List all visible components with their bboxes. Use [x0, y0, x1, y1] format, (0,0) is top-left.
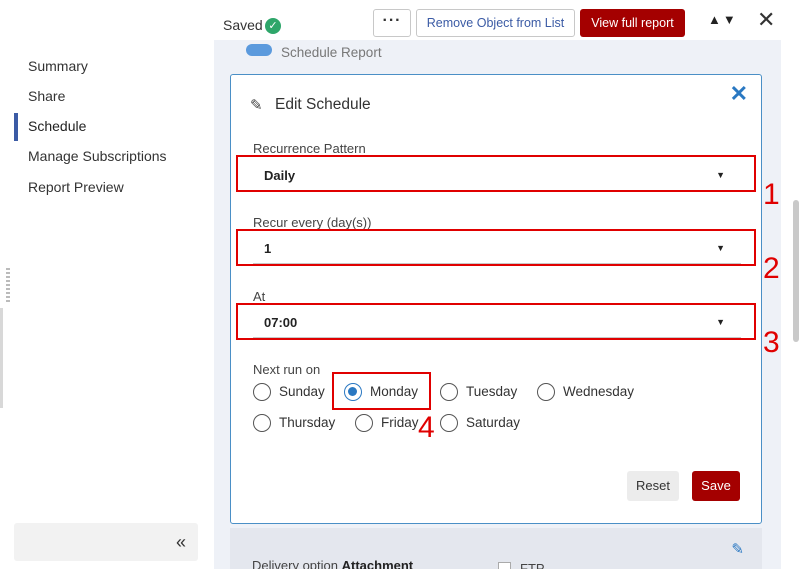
radio-label: Saturday	[466, 415, 521, 430]
double-chevron-left-icon: «	[175, 532, 186, 552]
nav-item-manage-subscriptions[interactable]: Manage Subscriptions	[28, 148, 167, 164]
annotation-box-3	[236, 303, 756, 340]
collapse-nav-button[interactable]: «	[14, 523, 198, 561]
delivery-option-section: ✎ Delivery option Attachment FTP	[230, 528, 762, 569]
radio-circle	[253, 414, 271, 432]
close-edit-icon[interactable]: ✕	[730, 81, 748, 107]
scrollbar-thumb[interactable]	[793, 200, 799, 342]
annotation-number-2: 2	[763, 252, 780, 285]
recur-every-label: Recur every (day(s))	[253, 215, 372, 230]
ftp-label: FTP	[520, 561, 545, 569]
nav-item-schedule[interactable]: Schedule	[28, 118, 86, 134]
schedule-toggle[interactable]	[246, 44, 272, 56]
annotation-number-3: 3	[763, 326, 780, 359]
pencil-icon: ✎	[250, 97, 263, 114]
nav-active-indicator	[14, 113, 18, 141]
delivery-option-text: Delivery option Attachment	[252, 558, 414, 569]
radio-circle	[355, 414, 373, 432]
annotation-number-1: 1	[763, 178, 780, 211]
nav-item-report-preview[interactable]: Report Preview	[28, 179, 124, 195]
ftp-checkbox[interactable]	[498, 562, 511, 569]
radio-circle	[440, 383, 458, 401]
app-root: Summary Share Schedule Manage Subscripti…	[0, 0, 800, 569]
edit-schedule-title: Edit Schedule	[275, 96, 371, 113]
annotation-box-2	[236, 229, 756, 266]
left-nav: Summary Share Schedule Manage Subscripti…	[0, 0, 212, 569]
view-full-report-button[interactable]: View full report	[580, 9, 685, 37]
check-circle-icon: ✓	[265, 18, 281, 34]
close-icon[interactable]: ✕	[757, 8, 775, 32]
resize-grip-icon[interactable]	[6, 268, 10, 304]
saved-status: Saved	[223, 17, 263, 33]
radio-label: Friday	[381, 415, 419, 430]
radio-circle	[440, 414, 458, 432]
radio-label: Sunday	[279, 384, 325, 399]
next-run-label: Next run on	[253, 362, 321, 377]
annotation-number-4: 4	[418, 411, 435, 444]
edit-schedule-card: ✎ Edit Schedule ✕ Recurrence Pattern Dai…	[230, 74, 762, 524]
nav-item-share[interactable]: Share	[28, 88, 65, 104]
pencil-icon[interactable]: ✎	[731, 540, 744, 558]
radio-circle	[537, 383, 555, 401]
annotation-box-1	[236, 155, 756, 192]
nav-item-summary[interactable]: Summary	[28, 58, 88, 74]
at-label: At	[253, 289, 266, 304]
reset-button[interactable]: Reset	[627, 471, 679, 501]
radio-label: Tuesday	[466, 384, 518, 399]
radio-label: Wednesday	[563, 384, 635, 399]
left-edge-scrollbar[interactable]	[0, 308, 3, 408]
recurrence-pattern-label: Recurrence Pattern	[253, 141, 366, 156]
more-options-button[interactable]: ···	[373, 9, 411, 37]
radio-label: Thursday	[279, 415, 336, 430]
save-button[interactable]: Save	[692, 471, 740, 501]
annotation-box-4	[332, 372, 431, 410]
radio-circle	[253, 383, 271, 401]
prev-next-arrows-icon[interactable]: ▲▼	[708, 12, 738, 27]
remove-object-button[interactable]: Remove Object from List	[416, 9, 575, 37]
schedule-report-label: Schedule Report	[281, 45, 382, 60]
